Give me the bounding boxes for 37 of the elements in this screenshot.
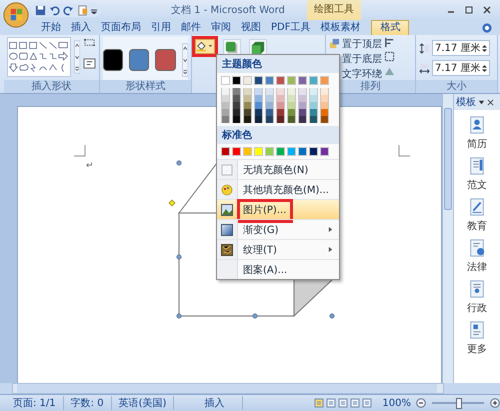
group-label: 形状样式 (100, 80, 191, 93)
insert-mode-indicator[interactable]: 插入 (174, 396, 244, 410)
arrange-command[interactable]: 置于顶层 (329, 37, 382, 50)
menu-item[interactable]: 纹理(T) (217, 239, 339, 259)
ribbon-tab[interactable]: 格式 (371, 20, 410, 35)
ribbon-tab[interactable]: 插入 (66, 21, 96, 35)
menu-item[interactable]: 无填充颜色(N) (217, 159, 339, 179)
context-tab-group: 绘图工具 (306, 0, 361, 20)
language-indicator[interactable]: 英语(美国) (112, 396, 174, 410)
template-category-label[interactable]: 范文 (467, 178, 487, 192)
template-category-label[interactable]: 行政 (467, 301, 487, 315)
menu-section-header: 主题颜色 (217, 55, 339, 73)
ribbon-tab[interactable]: 模板素材 (315, 21, 366, 35)
ribbon-tab[interactable]: 视图 (236, 21, 266, 35)
ribbon-tab[interactable]: 开始 (36, 21, 66, 35)
zoom-level[interactable]: 100% (382, 398, 411, 408)
ribbon-tab[interactable]: 页面布局 (96, 21, 146, 35)
height-field[interactable]: 7.17 厘米 (432, 40, 490, 56)
template-category-label[interactable]: 简历 (467, 137, 487, 151)
template-category-label[interactable]: 更多 (467, 342, 487, 356)
word-count: 字数: 0 (64, 396, 112, 410)
pane-title: 模板 (456, 96, 476, 109)
menu-item[interactable]: 渐变(G) (217, 219, 339, 239)
width-field[interactable]: 7.17 厘米 (432, 60, 490, 76)
group-label: 插入形状 (4, 80, 99, 93)
window-title: 文档 1 - Microsoft Word (171, 4, 285, 17)
page-count: 页面: 1/1 (6, 396, 64, 410)
ribbon-tab[interactable]: 引用 (146, 21, 176, 35)
group-label: 大小 (416, 80, 497, 93)
ribbon-tab[interactable]: 审阅 (206, 21, 236, 35)
template-category-label[interactable]: 法律 (467, 260, 487, 274)
menu-section-header: 标准色 (217, 126, 339, 144)
menu-item[interactable]: 图案(A)... (217, 259, 339, 279)
ribbon-tab[interactable]: PDF工具 (266, 21, 316, 35)
paragraph-mark: ↵ (86, 161, 94, 171)
ribbon-tab[interactable]: 邮件 (176, 21, 206, 35)
template-category-label[interactable]: 教育 (467, 219, 487, 233)
